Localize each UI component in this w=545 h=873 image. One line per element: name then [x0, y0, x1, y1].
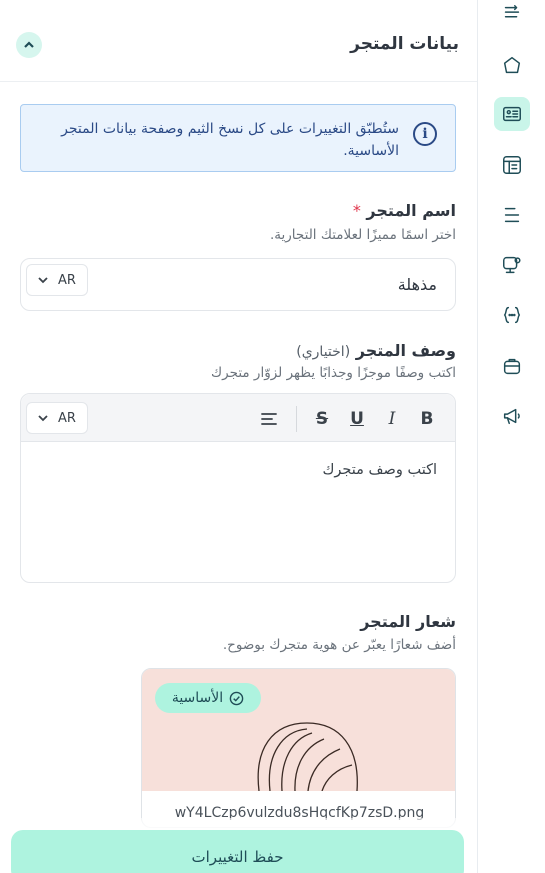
- info-icon: i: [413, 122, 437, 146]
- italic-button[interactable]: I: [381, 408, 403, 430]
- store-description-label: وصف المتجر (اختياري): [296, 341, 456, 360]
- store-name-input[interactable]: مذهلة: [398, 275, 437, 294]
- home-icon[interactable]: [500, 53, 524, 77]
- strikethrough-button[interactable]: S: [311, 408, 333, 430]
- store-name-field[interactable]: مذهلة AR: [20, 258, 456, 311]
- check-circle-icon: [229, 691, 244, 705]
- chevron-up-icon: [24, 41, 34, 48]
- layout-icon[interactable]: [500, 153, 524, 177]
- notice-text: ستُطبّق التغييرات على كل نسخ الثيم وصفحة…: [61, 121, 399, 159]
- settings-icon[interactable]: [500, 253, 524, 277]
- underline-button[interactable]: U: [346, 408, 368, 430]
- primary-badge: الأساسية: [155, 683, 261, 713]
- store-description-lang-select[interactable]: AR: [26, 402, 88, 434]
- logo-image: الأساسية: [142, 669, 455, 791]
- align-icon: [261, 413, 277, 425]
- store-description-editor[interactable]: AR S U I B اكتب وصف متجرك: [20, 393, 456, 583]
- save-bar: حفظ التغييرات: [0, 818, 477, 873]
- list-icon[interactable]: [500, 2, 524, 26]
- align-button[interactable]: [258, 408, 280, 430]
- chevron-down-icon: [38, 415, 48, 422]
- panel-title: بيانات المتجر: [350, 34, 459, 54]
- info-notice: i ستُطبّق التغييرات على كل نسخ الثيم وصف…: [20, 104, 456, 172]
- code-icon[interactable]: [500, 303, 524, 327]
- toolbar-divider: [296, 406, 297, 432]
- store-description-hint: اكتب وصفًا موجزًا وجذابًا يظهر لزوّار مت…: [211, 365, 456, 381]
- store-logo-label: شعار المتجر: [360, 612, 456, 631]
- bold-button[interactable]: B: [416, 408, 438, 430]
- logo-card[interactable]: الأساسية wY4LCzp6vulzdu8sHqcfKp7zsD.png: [141, 668, 456, 828]
- store-logo-hint: أضف شعارًا يعبّر عن هوية متجرك بوضوح.: [222, 637, 456, 653]
- megaphone-icon[interactable]: [500, 404, 524, 428]
- collapse-button[interactable]: [16, 32, 42, 58]
- store-info-panel: بيانات المتجر i ستُطبّق التغييرات على كل…: [0, 0, 477, 873]
- store-info-icon[interactable]: [494, 97, 530, 131]
- optional-mark: (اختياري): [296, 344, 351, 360]
- save-button[interactable]: حفظ التغييرات: [11, 830, 464, 873]
- side-nav-rail: [477, 0, 545, 873]
- editor-toolbar: AR S U I B: [21, 394, 455, 442]
- store-name-hint: اختر اسمًا مميزًا لعلامتك التجارية.: [269, 227, 456, 243]
- description-placeholder[interactable]: اكتب وصف متجرك: [322, 462, 437, 478]
- panel-header: بيانات المتجر: [0, 0, 477, 82]
- chevron-down-icon: [38, 277, 48, 284]
- store-name-lang-select[interactable]: AR: [26, 264, 88, 296]
- box-icon[interactable]: [500, 354, 524, 378]
- menu-icon[interactable]: [500, 203, 524, 227]
- required-mark: *: [352, 201, 361, 220]
- store-name-label: اسم المتجر *: [352, 201, 456, 220]
